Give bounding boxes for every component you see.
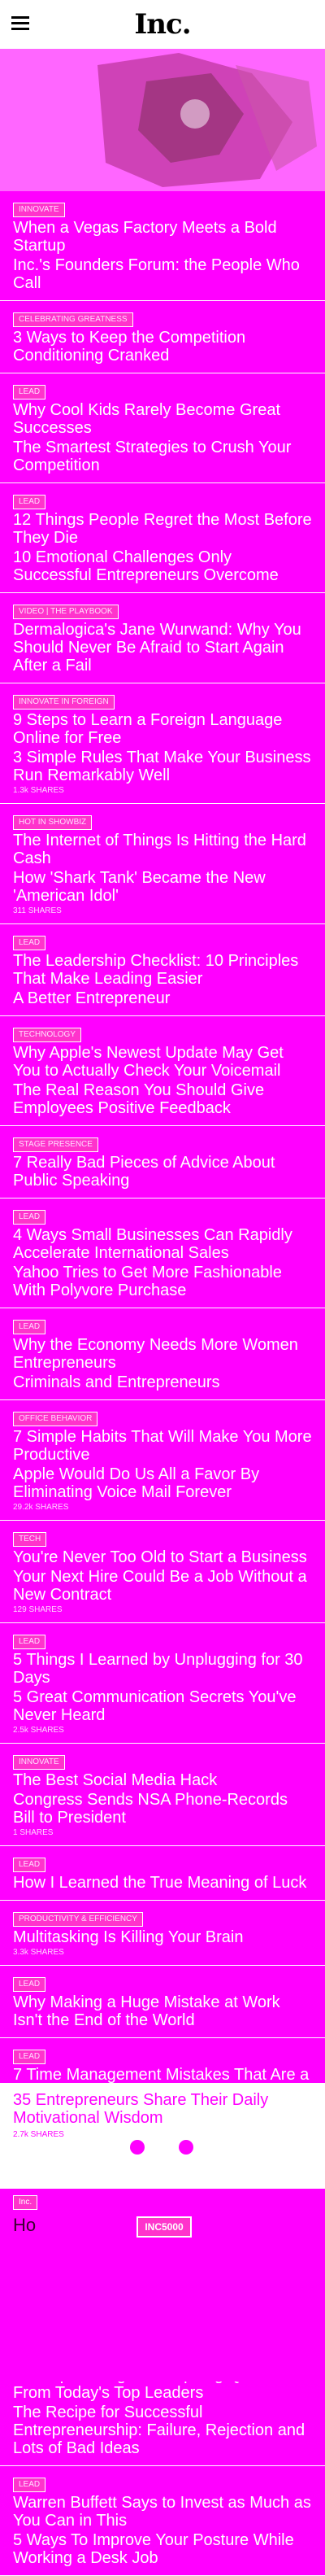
story-share-count: 1 SHARES bbox=[13, 1828, 54, 1837]
story-headline[interactable]: The Internet of Things Is Hitting the Ha… bbox=[13, 832, 312, 867]
story-item[interactable]: Office Behavior 7 Simple Habits That Will… bbox=[0, 1400, 325, 1521]
story-headline-secondary[interactable]: The Recipe for Successful Entrepreneursh… bbox=[13, 2404, 312, 2457]
story-headline-secondary[interactable]: How 'Shark Tank' Became the New 'America… bbox=[13, 869, 312, 905]
story-item[interactable]: Productivity & Efficiency Multitasking Is… bbox=[0, 1901, 325, 1966]
story-headline[interactable]: 3 Ways to Keep the Competition Condition… bbox=[13, 329, 312, 365]
story-category-tag[interactable]: Lead bbox=[13, 2478, 46, 2492]
story-headline-secondary[interactable]: Your Next Hire Could Be a Job Without a … bbox=[13, 1568, 312, 1604]
story-category-tag[interactable]: Hot in Showbiz bbox=[13, 815, 93, 830]
story-headline-secondary[interactable]: A Better Entrepreneur bbox=[13, 989, 312, 1007]
inc5000-logo[interactable]: INC5000 bbox=[136, 2216, 192, 2238]
story-item[interactable]: Stage Presence 7 Really Bad Pieces of Adv… bbox=[0, 1126, 325, 1198]
story-item[interactable]: Lead How I Learned the True Meaning of Lu… bbox=[0, 1846, 325, 1901]
story-item[interactable]: Video | The Playbook Dermalogica's Jane W… bbox=[0, 593, 325, 683]
story-headline-secondary[interactable]: The Smartest Strategies to Crush Your Co… bbox=[13, 439, 312, 474]
carousel-dots[interactable] bbox=[130, 2140, 228, 2159]
story-item[interactable]: Lead Warren Buffett Says to Invest as Muc… bbox=[0, 2466, 325, 2576]
footer: Inc. Ho INC5000 bbox=[0, 2189, 325, 2382]
story-headline[interactable]: 7 Simple Habits That Will Make You More … bbox=[13, 1428, 312, 1464]
story-category-tag[interactable]: Innovate bbox=[13, 203, 65, 217]
story-headline[interactable]: The Best Social Media Hack bbox=[13, 1771, 312, 1789]
story-headline[interactable]: 4 Ways Small Businesses Can Rapidly Acce… bbox=[13, 1226, 312, 1262]
site-logo[interactable]: Inc. bbox=[0, 8, 325, 41]
story-category-tag[interactable]: Lead bbox=[13, 1635, 46, 1649]
story-category-tag[interactable]: Lead bbox=[13, 2050, 46, 2064]
story-headline[interactable]: Warren Buffett Says to Invest as Much as… bbox=[13, 2494, 312, 2530]
story-category-tag[interactable]: Lead bbox=[13, 495, 46, 509]
story-item[interactable]: Tech You're Never Too Old to Start a Busi… bbox=[0, 1521, 325, 1623]
story-headline[interactable]: The Leadership Checklist: 10 Principles … bbox=[13, 952, 312, 988]
story-headline[interactable]: Why the Economy Needs More Women Entrepr… bbox=[13, 1336, 312, 1372]
story-category-tag[interactable]: Lead bbox=[13, 385, 46, 399]
story-headline[interactable]: How I Learned the True Meaning of Luck bbox=[13, 1874, 312, 1892]
hero-illustration bbox=[49, 49, 325, 191]
promo-shares: 2.7k SHARES bbox=[13, 2130, 64, 2139]
footer-heading: Ho bbox=[13, 2215, 37, 2235]
story-category-tag[interactable]: Stage Presence bbox=[13, 1137, 98, 1152]
story-headline-secondary[interactable]: Criminals and Entrepreneurs bbox=[13, 1373, 312, 1391]
story-headline-secondary[interactable]: 5 Ways To Improve Your Posture While Wor… bbox=[13, 2531, 312, 2567]
story-headline-secondary[interactable]: 3 Simple Rules That Make Your Business R… bbox=[13, 749, 312, 784]
story-share-count: 1.3k SHARES bbox=[13, 786, 64, 795]
story-headline-secondary[interactable]: Yahoo Tries to Get More Fashionable With… bbox=[13, 1264, 312, 1299]
story-headline[interactable]: Dermalogica's Jane Wurwand: Why You Shou… bbox=[13, 621, 312, 675]
story-category-tag[interactable]: Tech bbox=[13, 1532, 47, 1547]
story-headline-secondary[interactable]: 10 Emotional Challenges Only Successful … bbox=[13, 548, 312, 584]
top-navigation-bar: Inc. bbox=[0, 0, 325, 49]
story-category-tag[interactable]: Lead bbox=[13, 1320, 46, 1334]
footer-tag: Inc. bbox=[13, 2195, 38, 2210]
story-category-tag[interactable]: Productivity & Efficiency bbox=[13, 1912, 143, 1927]
story-category-tag[interactable]: Technology bbox=[13, 1028, 82, 1042]
story-item[interactable]: Technology Why Apple's Newest Update May … bbox=[0, 1016, 325, 1126]
story-item[interactable]: Lead 12 Things People Regret the Most Bef… bbox=[0, 483, 325, 593]
featured-promo[interactable]: 35 Entrepreneurs Share Their Daily Motiv… bbox=[0, 2083, 325, 2189]
story-share-count: 311 SHARES bbox=[13, 906, 62, 915]
story-category-tag[interactable]: Lead bbox=[13, 1858, 46, 1872]
story-item[interactable]: Innovate When a Vegas Factory Meets a Bol… bbox=[0, 191, 325, 301]
story-category-tag[interactable]: Innovate bbox=[13, 1755, 65, 1770]
story-headline-secondary[interactable]: Inc.'s Founders Forum: the People Who Ca… bbox=[13, 256, 312, 292]
story-item[interactable]: Lead Why Cool Kids Rarely Become Great Su… bbox=[0, 373, 325, 483]
story-headline-secondary[interactable]: The Real Reason You Should Give Employee… bbox=[13, 1081, 312, 1117]
story-item[interactable]: Innovate The Best Social Media Hack Congre… bbox=[0, 1744, 325, 1846]
story-item[interactable]: Lead Why Making a Huge Mistake at Work Is… bbox=[0, 1966, 325, 2038]
story-item[interactable]: Innovate in Foreign 9 Steps to Learn a Fo… bbox=[0, 683, 325, 804]
story-category-tag[interactable]: Innovate in Foreign bbox=[13, 695, 115, 709]
story-headline[interactable]: When a Vegas Factory Meets a Bold Startu… bbox=[13, 219, 312, 255]
story-share-count: 2.5k SHARES bbox=[13, 1726, 64, 1735]
story-headline[interactable]: 12 Things People Regret the Most Before … bbox=[13, 511, 312, 547]
carousel-dot[interactable] bbox=[130, 2140, 145, 2155]
story-headline-secondary[interactable]: 5 Great Communication Secrets You've Nev… bbox=[13, 1688, 312, 1724]
story-headline[interactable]: 7 Really Bad Pieces of Advice About Publ… bbox=[13, 1154, 312, 1190]
hero-image[interactable] bbox=[0, 49, 325, 191]
story-item[interactable]: Celebrating Greatness 3 Ways to Keep the … bbox=[0, 301, 325, 373]
story-headline[interactable]: Why Cool Kids Rarely Become Great Succes… bbox=[13, 401, 312, 437]
story-share-count: 29.2k SHARES bbox=[13, 1503, 69, 1512]
story-item[interactable]: Lead 5 Things I Learned by Unplugging for… bbox=[0, 1623, 325, 1744]
story-item[interactable]: Lead Why the Economy Needs More Women Ent… bbox=[0, 1308, 325, 1400]
story-headline[interactable]: You're Never Too Old to Start a Business bbox=[13, 1548, 312, 1566]
story-headline[interactable]: 5 Things I Learned by Unplugging for 30 … bbox=[13, 1651, 312, 1687]
story-category-tag[interactable]: Lead bbox=[13, 936, 46, 950]
promo-title[interactable]: 35 Entrepreneurs Share Their Daily Motiv… bbox=[13, 2091, 306, 2127]
story-category-tag[interactable]: Video | The Playbook bbox=[13, 605, 119, 619]
story-category-tag[interactable]: Lead bbox=[13, 1210, 46, 1225]
story-headline-secondary[interactable]: Apple Would Do Us All a Favor By Elimina… bbox=[13, 1465, 312, 1501]
story-headline[interactable]: 9 Steps to Learn a Foreign Language Onli… bbox=[13, 711, 312, 747]
story-headline-secondary[interactable]: Congress Sends NSA Phone-Records Bill to… bbox=[13, 1791, 312, 1827]
story-share-count: 129 SHARES bbox=[13, 1605, 63, 1614]
story-item[interactable]: Lead 4 Ways Small Businesses Can Rapidly … bbox=[0, 1198, 325, 1308]
story-headline[interactable]: Why Apple's Newest Update May Get You to… bbox=[13, 1044, 312, 1080]
carousel-dot[interactable] bbox=[179, 2140, 193, 2155]
story-category-tag[interactable]: Office Behavior bbox=[13, 1412, 98, 1426]
story-category-tag[interactable]: Celebrating Greatness bbox=[13, 312, 133, 327]
story-category-tag[interactable]: Lead bbox=[13, 1977, 46, 1992]
story-headline[interactable]: Multitasking Is Killing Your Brain bbox=[13, 1928, 312, 1946]
story-item[interactable]: Hot in Showbiz The Internet of Things Is … bbox=[0, 804, 325, 924]
story-item[interactable]: Lead The Leadership Checklist: 10 Princip… bbox=[0, 924, 325, 1016]
story-share-count: 3.3k SHARES bbox=[13, 1948, 64, 1957]
story-headline[interactable]: Why Making a Huge Mistake at Work Isn't … bbox=[13, 1993, 312, 2029]
